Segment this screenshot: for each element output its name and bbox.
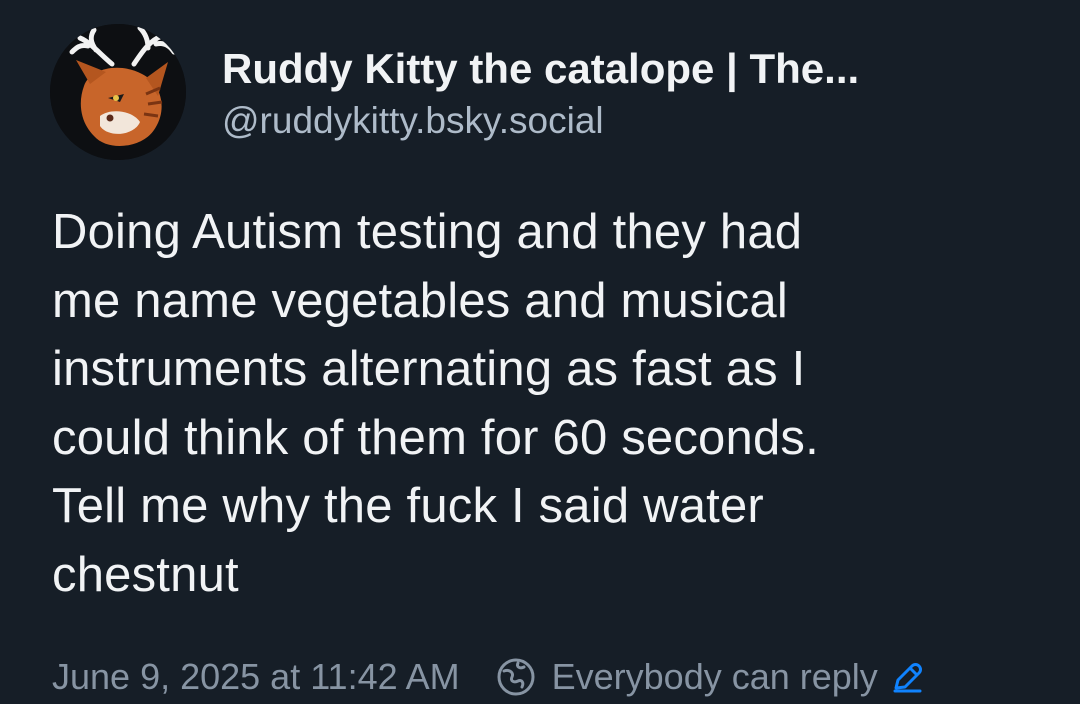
post-text-line: Doing Autism testing and they had [52, 205, 803, 259]
reply-setting-label: Everybody can reply [551, 656, 878, 697]
post-meta: June 9, 2025 at 11:42 AM Everybody can r… [52, 652, 924, 702]
author-display-name[interactable]: Ruddy Kitty the catalope | The... [222, 42, 859, 96]
post-timestamp[interactable]: June 9, 2025 at 11:42 AM [52, 652, 460, 702]
globe-icon [497, 658, 535, 696]
post-text-line: Tell me why the fuck I said water [52, 479, 764, 533]
post-text-line: chestnut [52, 547, 239, 602]
pencil-icon[interactable] [890, 660, 924, 694]
post-text-line: me name vegetables and musical [52, 273, 788, 328]
post-card: Ruddy Kitty the catalope | The... @ruddy… [0, 0, 1080, 704]
reply-settings-button[interactable]: Everybody can reply [494, 652, 924, 702]
post-text: Doing Autism testing and they had me nam… [52, 198, 1042, 609]
avatar[interactable] [50, 24, 186, 160]
author-handle[interactable]: @ruddykitty.bsky.social [222, 96, 859, 146]
post-text-line: instruments alternating as fast as I [52, 342, 806, 396]
author-names: Ruddy Kitty the catalope | The... @ruddy… [222, 42, 859, 146]
catalope-avatar-icon [50, 24, 186, 160]
post-text-line: could think of them for 60 seconds. [52, 410, 819, 465]
post-header: Ruddy Kitty the catalope | The... @ruddy… [50, 24, 859, 160]
